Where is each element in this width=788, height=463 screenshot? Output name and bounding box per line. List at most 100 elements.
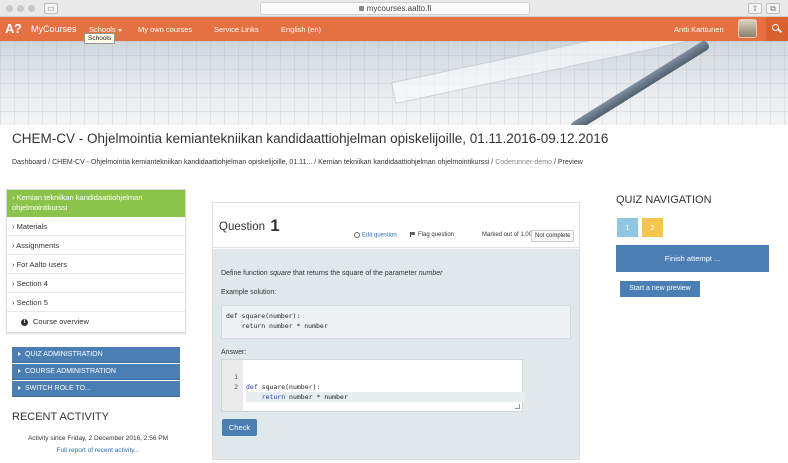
prompt-text: that returns the square of the parameter xyxy=(291,270,419,277)
breadcrumb: Dashboard / CHEM-CV - Ohjelmointia kemia… xyxy=(12,159,583,166)
finish-attempt-button[interactable]: Finish attempt ... xyxy=(616,245,769,272)
question-number: 1 xyxy=(270,216,280,235)
recent-activity-since: Activity since Friday, 2 December 2016, … xyxy=(27,435,169,442)
flag-icon xyxy=(410,232,415,237)
info-icon: i xyxy=(21,318,28,326)
course-navigation: › Kemian tekniikan kandidaattiohjelman o… xyxy=(6,189,186,333)
close-window-icon[interactable] xyxy=(6,5,13,12)
course-nav-section-5[interactable]: › Section 5 xyxy=(7,293,185,312)
browser-chrome: ▭ mycourses.aalto.fi ⇧ ⧉ xyxy=(0,0,788,17)
example-solution: def square(number): return number * numb… xyxy=(221,305,571,339)
course-nav-label: Section 5 xyxy=(16,298,48,307)
course-nav-label: Materials xyxy=(16,222,48,231)
full-report-link[interactable]: Full report of recent activity... xyxy=(57,447,140,454)
share-icon[interactable]: ⇧ xyxy=(748,3,762,14)
course-nav-assignments[interactable]: › Assignments xyxy=(7,236,185,255)
prompt-parameter: number xyxy=(418,270,443,277)
quiz-administration-block[interactable]: QUIZ ADMINISTRATION xyxy=(12,347,180,363)
tabs-icon[interactable]: ⧉ xyxy=(766,3,780,14)
address-bar[interactable]: mycourses.aalto.fi xyxy=(260,2,530,15)
search-icon-handle xyxy=(778,28,782,33)
breadcrumb-separator: / xyxy=(314,159,317,166)
start-new-preview-button[interactable]: Start a new preview xyxy=(620,281,700,297)
flag-question-button[interactable]: Flag question xyxy=(410,232,454,238)
quiz-navigation-title: QUIZ NAVIGATION xyxy=(616,194,712,206)
page-title: CHEM-CV - Ohjelmointia kemiantekniikan k… xyxy=(12,131,609,146)
maximize-window-icon[interactable] xyxy=(28,5,35,12)
question-body: Define function square that returns the … xyxy=(213,249,579,459)
line-number: 2 xyxy=(234,383,238,391)
chevron-right-icon xyxy=(18,352,21,357)
code-line: 1 def square(number): xyxy=(222,362,522,391)
question-label: Question 1 xyxy=(219,216,280,236)
gear-icon xyxy=(354,232,360,238)
course-nav-label: Section 4 xyxy=(16,279,48,288)
user-name[interactable]: Antti Karttunen xyxy=(674,25,724,34)
window-controls[interactable] xyxy=(6,5,35,12)
code-keyword: return xyxy=(246,393,286,401)
course-banner xyxy=(0,41,788,125)
status-badge: Not complete xyxy=(531,230,575,242)
minimize-window-icon[interactable] xyxy=(17,5,24,12)
admin-block-label: QUIZ ADMINISTRATION xyxy=(25,351,103,358)
code-rest: number * number xyxy=(285,393,348,401)
course-overview-label: Course overview xyxy=(33,317,89,326)
top-navbar: A? MyCourses Schools My own courses Serv… xyxy=(0,17,788,41)
breadcrumb-separator: / xyxy=(48,159,51,166)
course-nav-section-4[interactable]: › Section 4 xyxy=(7,274,185,293)
quiz-nav-question-2[interactable]: 2 xyxy=(642,218,663,237)
chevron-down-icon xyxy=(117,28,122,32)
question-label-text: Question xyxy=(219,221,266,233)
schools-tooltip: Schools xyxy=(84,33,116,44)
course-nav-materials[interactable]: › Materials xyxy=(7,217,185,236)
course-nav-aalto-users[interactable]: › For Aalto users xyxy=(7,255,185,274)
url-text: mycourses.aalto.fi xyxy=(366,4,432,13)
chevron-right-icon xyxy=(18,369,21,374)
breadcrumb-dashboard[interactable]: Dashboard xyxy=(12,159,46,166)
resize-handle-icon[interactable] xyxy=(515,404,520,409)
breadcrumb-separator: / xyxy=(553,159,556,166)
check-button[interactable]: Check xyxy=(222,419,257,436)
aalto-logo[interactable]: A? xyxy=(5,21,22,36)
course-overview-link[interactable]: i Course overview xyxy=(7,312,185,331)
edit-question-label: Edit question xyxy=(362,232,397,239)
breadcrumb-section[interactable]: Kemian tekniikan kandidaattiohjelman ohj… xyxy=(318,159,489,166)
quiz-nav-question-1[interactable]: 1 xyxy=(617,218,638,237)
chevron-right-icon xyxy=(18,386,21,391)
example-label: Example solution: xyxy=(221,289,277,296)
course-nav-active-label: Kemian tekniikan kandidaattiohjelman ohj… xyxy=(12,193,143,212)
code-text: def square(number): xyxy=(246,382,320,392)
recent-activity-report: Full report of recent activity... xyxy=(17,447,179,454)
flag-question-label: Flag question xyxy=(418,232,455,239)
code-line: 2 return number * number xyxy=(222,372,525,402)
question-card: Question 1 Edit question Flag question M… xyxy=(212,202,580,460)
course-nav-label: Assignments xyxy=(16,241,60,250)
prompt-text: Define function xyxy=(221,270,270,277)
switch-role-block[interactable]: SWITCH ROLE TO... xyxy=(12,381,180,397)
sidebar-toggle-icon[interactable]: ▭ xyxy=(44,3,58,14)
edit-question-link[interactable]: Edit question xyxy=(354,232,397,239)
course-nav-label: For Aalto users xyxy=(16,260,68,269)
admin-block-label: SWITCH ROLE TO... xyxy=(25,385,91,392)
course-administration-block[interactable]: COURSE ADMINISTRATION xyxy=(12,364,180,380)
mycourses-link[interactable]: MyCourses xyxy=(31,24,77,34)
code-text: return number * number xyxy=(246,392,525,402)
breadcrumb-preview: Preview xyxy=(557,159,583,166)
code-rest: square(number): xyxy=(257,383,321,391)
prompt-function: square xyxy=(269,270,292,277)
nav-service-links[interactable]: Service Links xyxy=(214,25,259,34)
breadcrumb-separator: / xyxy=(491,159,494,166)
course-nav-active[interactable]: › Kemian tekniikan kandidaattiohjelman o… xyxy=(7,190,185,217)
breadcrumb-course[interactable]: CHEM-CV - Ohjelmointia kemiantekniikan k… xyxy=(52,159,312,166)
nav-my-own-courses[interactable]: My own courses xyxy=(138,25,192,34)
search-button[interactable] xyxy=(766,17,788,41)
question-prompt: Define function square that returns the … xyxy=(221,270,442,277)
avatar[interactable] xyxy=(738,19,757,38)
nav-language[interactable]: English (en) xyxy=(281,25,321,34)
marked-out-of: Marked out of 1.00 xyxy=(482,232,533,238)
lock-icon xyxy=(358,6,364,12)
question-info: Question 1 Edit question Flag question M… xyxy=(213,203,579,248)
breadcrumb-quiz[interactable]: Coderunner-demo xyxy=(495,159,552,166)
answer-code-editor[interactable]: 1 def square(number): 2 return number * … xyxy=(221,359,525,412)
admin-block-label: COURSE ADMINISTRATION xyxy=(25,368,116,375)
